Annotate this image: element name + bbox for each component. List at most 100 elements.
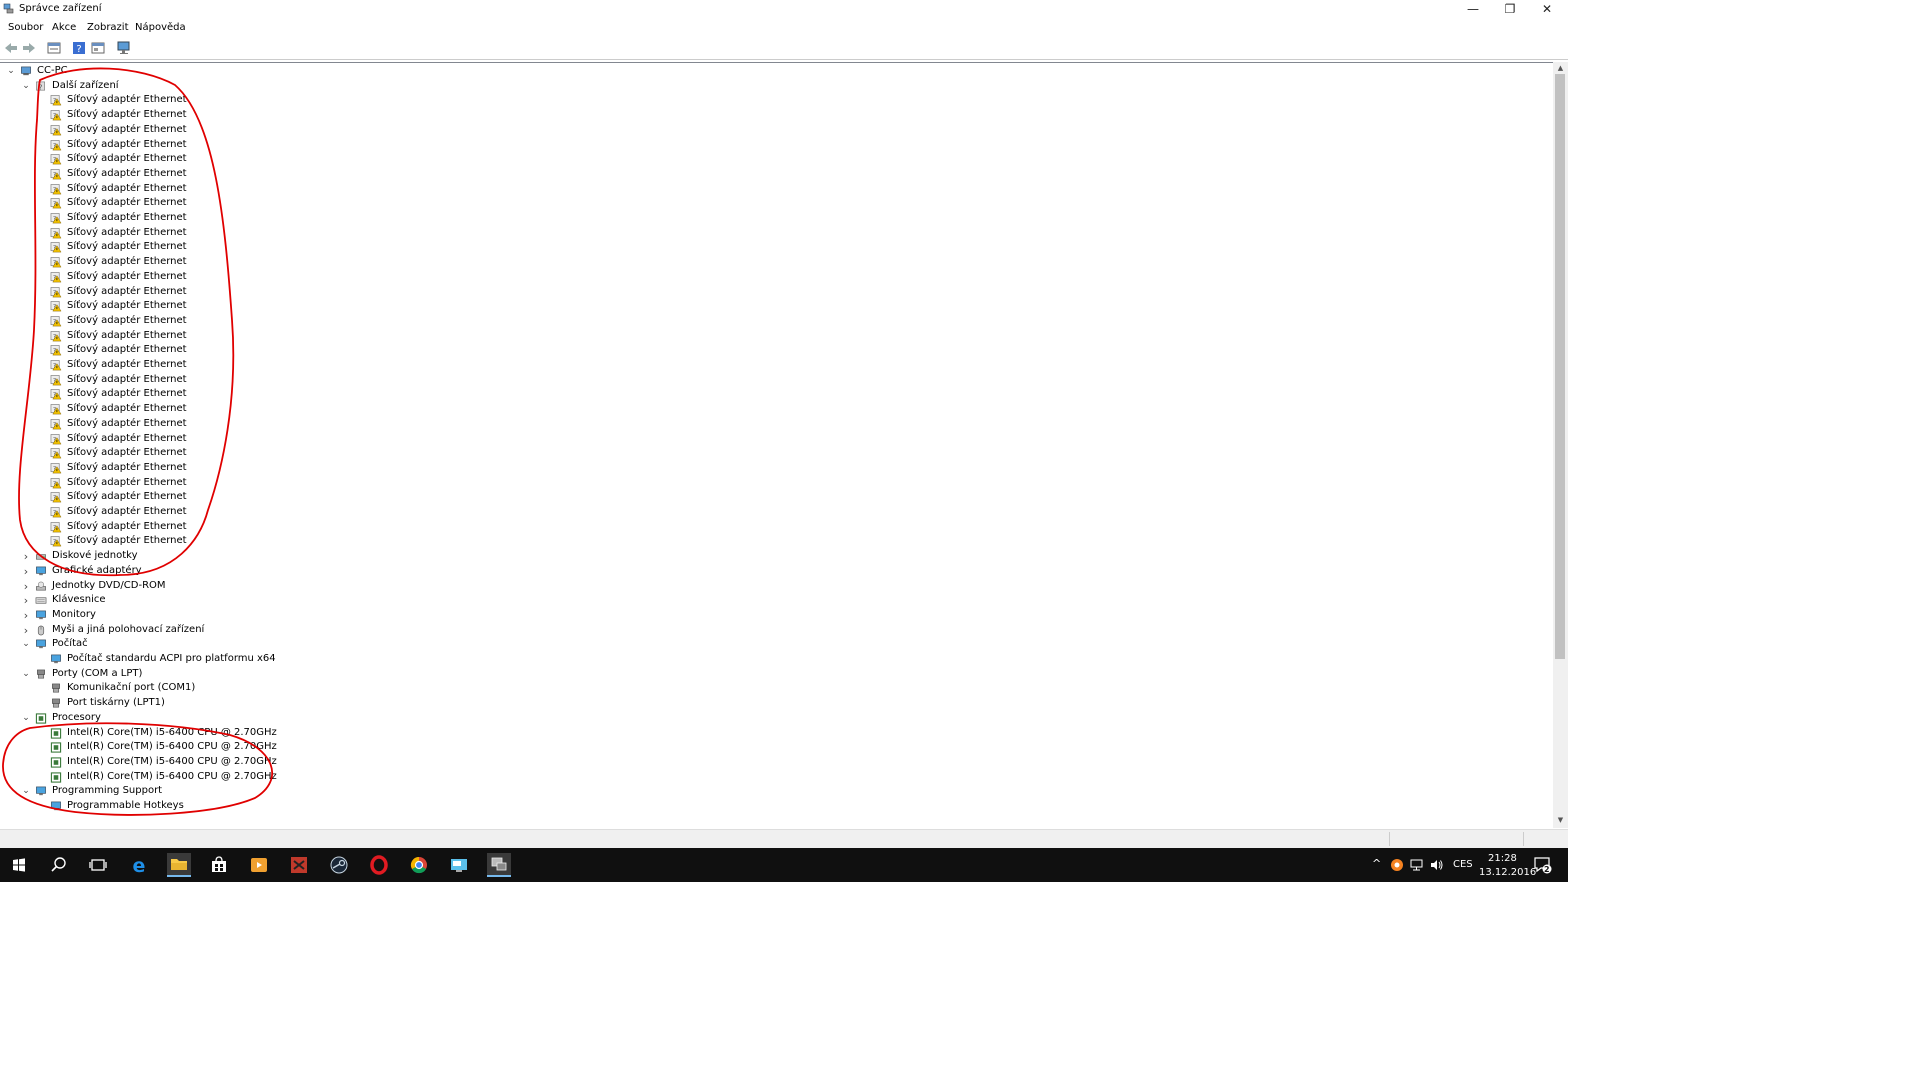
device-ethernet-adapter[interactable]: ? Síťový adaptér Ethernet <box>36 432 636 447</box>
expanded-chevron-icon[interactable]: ⌄ <box>21 667 31 682</box>
device-processor[interactable]: Intel(R) Core(TM) i5-6400 CPU @ 2.70GHz <box>36 726 636 741</box>
device-ethernet-adapter[interactable]: ? Síťový adaptér Ethernet <box>36 358 636 373</box>
device-acpi-computer[interactable]: Počítač standardu ACPI pro platformu x64 <box>36 652 636 667</box>
scroll-thumb[interactable] <box>1555 74 1565 659</box>
file-explorer-icon[interactable] <box>167 853 191 877</box>
device-port[interactable]: Komunikační port (COM1) <box>36 681 636 696</box>
expanded-chevron-icon[interactable]: ⌄ <box>6 64 16 79</box>
task-view-icon[interactable] <box>86 853 110 877</box>
device-ethernet-adapter[interactable]: ? Síťový adaptér Ethernet <box>36 476 636 491</box>
collapsed-chevron-icon[interactable]: › <box>21 608 31 623</box>
device-ethernet-adapter[interactable]: ? Síťový adaptér Ethernet <box>36 285 636 300</box>
expanded-chevron-icon[interactable]: ⌄ <box>21 711 31 726</box>
expanded-chevron-icon[interactable]: ⌄ <box>21 637 31 652</box>
clock-date[interactable]: 13.12.2016 <box>1479 867 1536 901</box>
category-other-devices[interactable]: ⌄? Další zařízení <box>21 79 621 94</box>
device-ethernet-adapter[interactable]: ? Síťový adaptér Ethernet <box>36 461 636 476</box>
device-ethernet-adapter[interactable]: ? Síťový adaptér Ethernet <box>36 299 636 314</box>
back-arrow-icon[interactable] <box>4 41 18 55</box>
device-ethernet-adapter[interactable]: ? Síťový adaptér Ethernet <box>36 270 636 285</box>
device-processor[interactable]: Intel(R) Core(TM) i5-6400 CPU @ 2.70GHz <box>36 755 636 770</box>
device-programmable-hotkeys[interactable]: Programmable Hotkeys <box>36 799 636 814</box>
expanded-chevron-icon[interactable]: ⌄ <box>21 79 31 94</box>
device-ethernet-adapter[interactable]: ? Síťový adaptér Ethernet <box>36 387 636 402</box>
volume-tray-icon[interactable] <box>1429 858 1444 872</box>
store-icon[interactable] <box>207 853 231 877</box>
device-ethernet-adapter[interactable]: ? Síťový adaptér Ethernet <box>36 329 636 344</box>
device-ethernet-adapter[interactable]: ? Síťový adaptér Ethernet <box>36 417 636 432</box>
help-icon[interactable]: ? <box>72 41 86 55</box>
device-ethernet-adapter[interactable]: ? Síťový adaptér Ethernet <box>36 402 636 417</box>
device-ethernet-adapter[interactable]: ? Síťový adaptér Ethernet <box>36 490 636 505</box>
notification-center-icon[interactable] <box>1533 856 1553 874</box>
tree-root-cc-pc[interactable]: ⌄ CC-PC <box>6 64 606 79</box>
avast-tray-icon[interactable] <box>1390 858 1404 872</box>
device-ethernet-adapter[interactable]: ? Síťový adaptér Ethernet <box>36 240 636 255</box>
language-indicator[interactable]: CES <box>1453 859 1473 893</box>
device-ethernet-adapter[interactable]: ? Síťový adaptér Ethernet <box>36 138 636 153</box>
device-processor[interactable]: Intel(R) Core(TM) i5-6400 CPU @ 2.70GHz <box>36 770 636 785</box>
device-ethernet-adapter[interactable]: ? Síťový adaptér Ethernet <box>36 520 636 535</box>
device-ethernet-adapter[interactable]: ? Síťový adaptér Ethernet <box>36 314 636 329</box>
device-ethernet-adapter[interactable]: ? Síťový adaptér Ethernet <box>36 182 636 197</box>
category-display-adapters[interactable]: › Grafické adaptéry <box>21 564 621 579</box>
tray-overflow-chevron[interactable]: ^ <box>1372 857 1381 891</box>
category-computer[interactable]: ⌄ Počítač <box>21 637 621 652</box>
minimize-button[interactable]: — <box>1455 0 1491 20</box>
device-ethernet-adapter[interactable]: ? Síťový adaptér Ethernet <box>36 152 636 167</box>
device-ethernet-adapter[interactable]: ? Síťový adaptér Ethernet <box>36 534 636 549</box>
category-ports[interactable]: ⌄ Porty (COM a LPT) <box>21 667 621 682</box>
forward-arrow-icon[interactable] <box>22 41 36 55</box>
collapsed-chevron-icon[interactable]: › <box>21 593 31 608</box>
chrome-icon[interactable] <box>407 853 431 877</box>
expanded-chevron-icon[interactable]: ⌄ <box>21 784 31 799</box>
collapsed-chevron-icon[interactable]: › <box>21 549 31 564</box>
menu-help[interactable]: Nápověda <box>135 22 186 33</box>
device-processor[interactable]: Intel(R) Core(TM) i5-6400 CPU @ 2.70GHz <box>36 740 636 755</box>
menu-view[interactable]: Zobrazit <box>87 22 129 33</box>
category-mice[interactable]: › Myši a jiná polohovací zařízení <box>21 623 621 638</box>
edge-icon[interactable]: e <box>127 853 151 877</box>
category-dvd-cdrom[interactable]: › Jednotky DVD/CD-ROM <box>21 579 621 594</box>
device-ethernet-adapter[interactable]: ? Síťový adaptér Ethernet <box>36 93 636 108</box>
collapsed-chevron-icon[interactable]: › <box>21 579 31 594</box>
search-icon[interactable] <box>47 853 71 877</box>
properties-icon[interactable] <box>47 41 61 55</box>
scroll-up-arrow-icon[interactable]: ▲ <box>1553 64 1568 74</box>
remote-desktop-icon[interactable] <box>447 853 471 877</box>
steam-icon[interactable] <box>327 853 351 877</box>
tree-scrollbar[interactable]: ▲ ▼ <box>1553 62 1568 828</box>
category-processors[interactable]: ⌄ Procesory <box>21 711 621 726</box>
opera-icon[interactable] <box>367 853 391 877</box>
scroll-down-arrow-icon[interactable]: ▼ <box>1553 816 1568 826</box>
device-ethernet-adapter[interactable]: ? Síťový adaptér Ethernet <box>36 108 636 123</box>
category-keyboards[interactable]: › Klávesnice <box>21 593 621 608</box>
menu-file[interactable]: Soubor <box>8 22 43 33</box>
device-ethernet-adapter[interactable]: ? Síťový adaptér Ethernet <box>36 226 636 241</box>
scan-hardware-icon[interactable] <box>117 41 131 55</box>
show-hide-icon[interactable] <box>91 41 105 55</box>
device-ethernet-adapter[interactable]: ? Síťový adaptér Ethernet <box>36 373 636 388</box>
device-ethernet-adapter[interactable]: ? Síťový adaptér Ethernet <box>36 196 636 211</box>
menu-action[interactable]: Akce <box>52 22 76 33</box>
maximize-button[interactable]: ❐ <box>1492 0 1528 20</box>
category-programming-support[interactable]: ⌄ Programming Support <box>21 784 621 799</box>
game-icon[interactable] <box>287 853 311 877</box>
close-button[interactable]: ✕ <box>1529 0 1565 20</box>
device-manager-icon[interactable] <box>487 853 511 877</box>
collapsed-chevron-icon[interactable]: › <box>21 623 31 638</box>
device-tree[interactable]: ⌄ CC-PC ⌄? Další zařízení? Síťový adaptér Et… <box>0 62 1553 829</box>
device-ethernet-adapter[interactable]: ? Síťový adaptér Ethernet <box>36 505 636 520</box>
category-monitors[interactable]: › Monitory <box>21 608 621 623</box>
device-ethernet-adapter[interactable]: ? Síťový adaptér Ethernet <box>36 211 636 226</box>
device-ethernet-adapter[interactable]: ? Síťový adaptér Ethernet <box>36 343 636 358</box>
device-ethernet-adapter[interactable]: ? Síťový adaptér Ethernet <box>36 446 636 461</box>
network-tray-icon[interactable] <box>1409 858 1424 872</box>
collapsed-chevron-icon[interactable]: › <box>21 564 31 579</box>
category-disk-drives[interactable]: › Diskové jednotky <box>21 549 621 564</box>
device-port[interactable]: Port tiskárny (LPT1) <box>36 696 636 711</box>
device-ethernet-adapter[interactable]: ? Síťový adaptér Ethernet <box>36 123 636 138</box>
device-ethernet-adapter[interactable]: ? Síťový adaptér Ethernet <box>36 255 636 270</box>
device-ethernet-adapter[interactable]: ? Síťový adaptér Ethernet <box>36 167 636 182</box>
start-icon[interactable] <box>7 853 31 877</box>
